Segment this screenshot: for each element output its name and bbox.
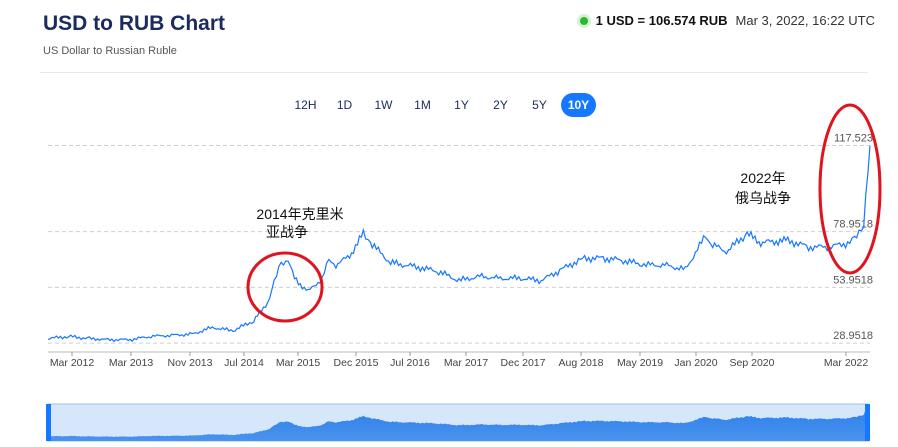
range-navigator[interactable]: [46, 403, 870, 442]
navigator-handle-right[interactable]: [865, 404, 870, 441]
x-tick-label: Sep 2020: [730, 357, 775, 369]
x-tick-label: Dec 2015: [334, 357, 379, 369]
y-tick-label: 78.9518: [833, 219, 873, 231]
crimea-annotation-line2: 亚战争: [266, 224, 308, 240]
x-tick-label: Aug 2018: [559, 357, 604, 369]
x-tick-label: May 2019: [617, 357, 663, 369]
x-tick-label: Mar 2015: [276, 357, 321, 369]
crimea-annotation-line1: 2014年克里米: [256, 206, 343, 222]
war-annotation-line2: 俄乌战争: [735, 190, 791, 206]
x-tick-label: Mar 2017: [444, 357, 489, 369]
y-tick-label: 28.9518: [833, 330, 873, 342]
x-tick-label: Mar 2022: [824, 357, 869, 369]
x-tick-label: Mar 2012: [50, 357, 95, 369]
x-tick-label: Nov 2013: [168, 357, 213, 369]
x-tick-label: Jan 2020: [674, 357, 717, 369]
x-tick-label: Mar 2013: [109, 357, 154, 369]
war-annotation-line1: 2022年: [740, 170, 785, 186]
x-tick-label: Dec 2017: [501, 357, 546, 369]
usd-rub-chart: 117.523 78.9518 53.9518 28.9518 Mar 2012 Mar…: [46, 103, 882, 442]
y-tick-label: 117.523: [834, 133, 873, 145]
war-highlight-circle: [818, 103, 882, 275]
x-tick-label: Jul 2016: [390, 357, 430, 369]
y-tick-label: 53.9518: [833, 274, 873, 286]
x-tick-label: Jul 2014: [224, 357, 264, 369]
navigator-handle-left[interactable]: [46, 404, 51, 441]
